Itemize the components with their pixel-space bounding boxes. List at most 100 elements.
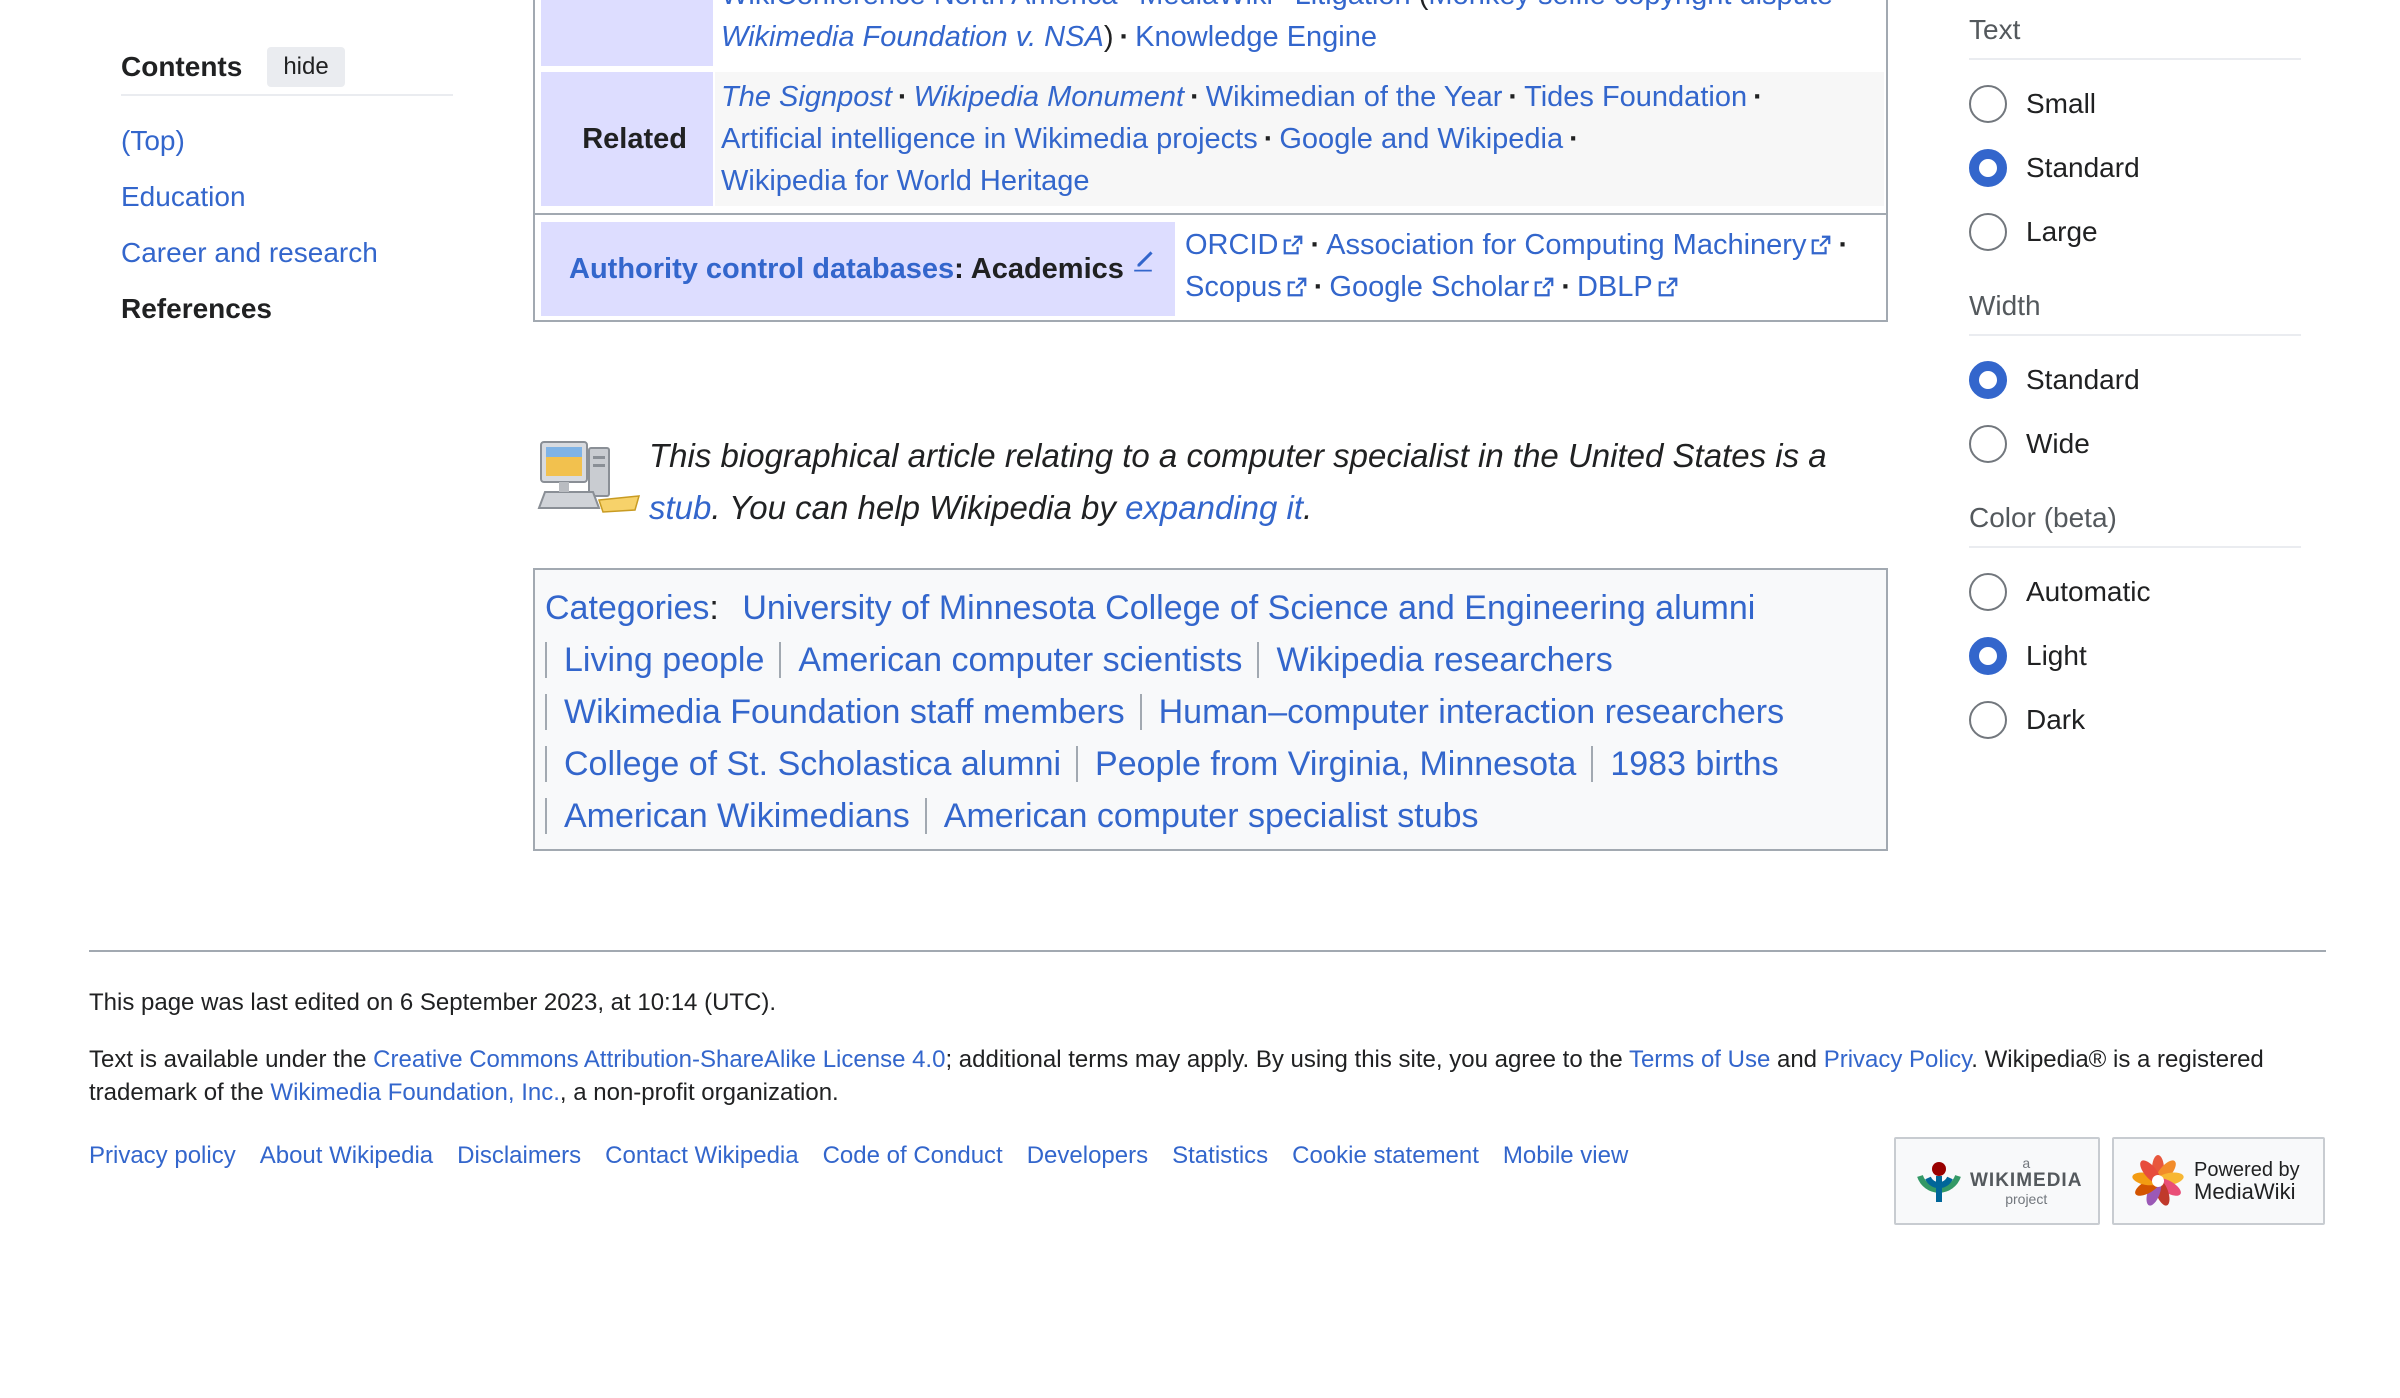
footer-link-contact[interactable]: Contact Wikipedia	[605, 1142, 798, 1169]
auth-link-dblp[interactable]: DBLP	[1577, 271, 1679, 303]
radio-button[interactable]	[1969, 701, 2007, 739]
radio-label: Standard	[2026, 152, 2140, 183]
footer-link-disclaimers[interactable]: Disclaimers	[457, 1142, 581, 1169]
navbox: WikiConference North America·MediaWiki·L…	[533, 0, 1888, 322]
wmf-link[interactable]: Wikimedia Foundation, Inc.	[270, 1079, 559, 1106]
auth-link-google-scholar[interactable]: Google Scholar	[1329, 271, 1555, 303]
radio-button[interactable]	[1969, 85, 2007, 123]
wikimedia-logo-icon	[1917, 1162, 1961, 1202]
paren-open: (	[1419, 0, 1429, 11]
nav-link-tides-foundation[interactable]: Tides Foundation	[1524, 81, 1747, 113]
toc-link-career[interactable]: Career and research	[121, 237, 378, 268]
toc-link-top[interactable]: (Top)	[121, 125, 185, 156]
table-of-contents: Contents hide (Top) Education Career and…	[121, 47, 453, 346]
footer-link-developers[interactable]: Developers	[1027, 1142, 1148, 1169]
navbox-group-related: Related	[541, 72, 713, 206]
toc-link-education[interactable]: Education	[121, 181, 246, 212]
privacy-policy-link[interactable]: Privacy Policy	[1824, 1046, 1972, 1073]
nav-link-wmf-v-nsa[interactable]: Wikimedia Foundation v. NSA	[721, 21, 1104, 53]
cc-license-link[interactable]: Creative Commons Attribution-ShareAlike …	[373, 1046, 945, 1073]
auth-link-scopus-label: Scopus	[1185, 271, 1282, 303]
footer-link-privacy[interactable]: Privacy policy	[89, 1142, 236, 1169]
authority-control-link[interactable]: Authority control databases	[569, 253, 954, 286]
radio-button-checked[interactable]	[1969, 637, 2007, 675]
footer-link-mobile[interactable]: Mobile view	[1503, 1142, 1628, 1169]
radio-button[interactable]	[1969, 573, 2007, 611]
nav-link-google-wikipedia[interactable]: Google and Wikipedia	[1279, 123, 1563, 155]
nav-link-wikiconference[interactable]: WikiConference North America	[721, 0, 1117, 11]
terms-of-use-link[interactable]: Terms of Use	[1629, 1046, 1770, 1073]
wikimedia-badge-text: a WIKIMEDIA project	[1970, 1156, 2082, 1206]
nav-link-world-heritage[interactable]: Wikipedia for World Heritage	[721, 165, 1090, 197]
toc-item-education[interactable]: Education	[121, 178, 453, 234]
category-link[interactable]: Wikimedia Foundation staff members	[545, 694, 1140, 730]
separator-dot: ·	[1117, 0, 1139, 11]
separator-dot: ·	[1273, 0, 1295, 11]
stub-text-part: .	[1303, 489, 1313, 526]
expanding-it-link[interactable]: expanding it	[1125, 489, 1303, 526]
stub-link[interactable]: stub	[649, 489, 711, 526]
auth-link-scopus[interactable]: Scopus	[1185, 271, 1308, 303]
category-link[interactable]: Human–computer interaction researchers	[1139, 694, 1800, 730]
nav-link-signpost[interactable]: The Signpost	[721, 81, 892, 113]
radio-option-large[interactable]: Large	[1969, 200, 2301, 264]
stub-text-part: . You can help Wikipedia by	[711, 489, 1126, 526]
category-link[interactable]: University of Minnesota College of Scien…	[728, 590, 1770, 626]
category-link[interactable]: 1983 births	[1591, 746, 1793, 782]
powered-by-text: Powered by	[2194, 1159, 2300, 1181]
nav-link-wikipedia-monument[interactable]: Wikipedia Monument	[914, 81, 1185, 113]
categories-label-link[interactable]: Categories	[545, 589, 709, 627]
toc-hide-button[interactable]: hide	[267, 47, 345, 87]
category-link[interactable]: Living people	[545, 642, 779, 678]
auth-link-orcid[interactable]: ORCID	[1185, 229, 1304, 261]
nav-link-monkey-selfie[interactable]: Monkey selfie copyright dispute	[1428, 0, 1833, 11]
auth-link-dblp-label: DBLP	[1576, 271, 1653, 303]
category-link[interactable]: American Wikimedians	[545, 798, 925, 834]
category-link[interactable]: American computer scientists	[779, 642, 1257, 678]
mediawiki-text: MediaWiki	[2194, 1179, 2296, 1204]
nav-link-knowledge-engine[interactable]: Knowledge Engine	[1135, 21, 1377, 53]
nav-link-wikimedian-of-year[interactable]: Wikimedian of the Year	[1206, 81, 1503, 113]
radio-option-standard[interactable]: Standard	[1969, 136, 2301, 200]
radio-option-width-standard[interactable]: Standard	[1969, 348, 2301, 412]
radio-button-checked[interactable]	[1969, 149, 2007, 187]
footer-link-cookie[interactable]: Cookie statement	[1292, 1142, 1479, 1169]
auth-link-acm[interactable]: Association for Computing Machinery	[1326, 229, 1832, 261]
radio-option-light[interactable]: Light	[1969, 624, 2301, 688]
footer-link-code-of-conduct[interactable]: Code of Conduct	[823, 1142, 1003, 1169]
category-link[interactable]: Wikipedia researchers	[1257, 642, 1627, 678]
radio-button-checked[interactable]	[1969, 361, 2007, 399]
footer-link-about[interactable]: About Wikipedia	[260, 1142, 433, 1169]
category-link[interactable]: College of St. Scholastica alumni	[545, 746, 1076, 782]
toc-item-references[interactable]: References	[121, 290, 453, 346]
category-link[interactable]: People from Virginia, Minnesota	[1076, 746, 1591, 782]
radio-option-dark[interactable]: Dark	[1969, 688, 2301, 752]
appearance-panel: Text Small Standard Large Width Standard…	[1969, 0, 2301, 764]
nav-link-mediawiki[interactable]: MediaWiki	[1139, 0, 1273, 11]
wikimedia-project-badge[interactable]: a WIKIMEDIA project	[1894, 1137, 2100, 1225]
pencil-icon[interactable]	[1132, 250, 1154, 272]
radio-label: Small	[2026, 88, 2097, 119]
section-title-color: Color (beta)	[1969, 488, 2301, 548]
radio-label: Light	[2026, 640, 2087, 671]
navbox-group-cell	[541, 0, 713, 66]
separator-dot: ·	[1838, 229, 1849, 261]
toc-item-top[interactable]: (Top)	[121, 122, 453, 178]
radio-option-small[interactable]: Small	[1969, 72, 2301, 136]
nav-link-litigation[interactable]: Litigation	[1295, 0, 1411, 11]
category-link[interactable]: American computer specialist stubs	[924, 798, 1494, 834]
radio-label: Large	[2026, 216, 2098, 247]
nav-link-ai-wikimedia[interactable]: Artificial intelligence in Wikimedia pro…	[721, 123, 1258, 155]
computer-icon[interactable]	[537, 438, 641, 518]
toc-item-career[interactable]: Career and research	[121, 234, 453, 290]
radio-option-automatic[interactable]: Automatic	[1969, 560, 2301, 624]
toc-title: Contents	[121, 51, 243, 82]
powered-by-mediawiki-badge[interactable]: Powered by MediaWiki	[2112, 1137, 2325, 1225]
radio-button[interactable]	[1969, 425, 2007, 463]
radio-button[interactable]	[1969, 213, 2007, 251]
radio-option-wide[interactable]: Wide	[1969, 412, 2301, 476]
badge-sub-text: project	[2005, 1191, 2048, 1207]
mediawiki-logo-icon	[2132, 1155, 2184, 1206]
footer-link-statistics[interactable]: Statistics	[1172, 1142, 1268, 1169]
category-row: College of St. Scholastica alumni People …	[545, 738, 1876, 790]
